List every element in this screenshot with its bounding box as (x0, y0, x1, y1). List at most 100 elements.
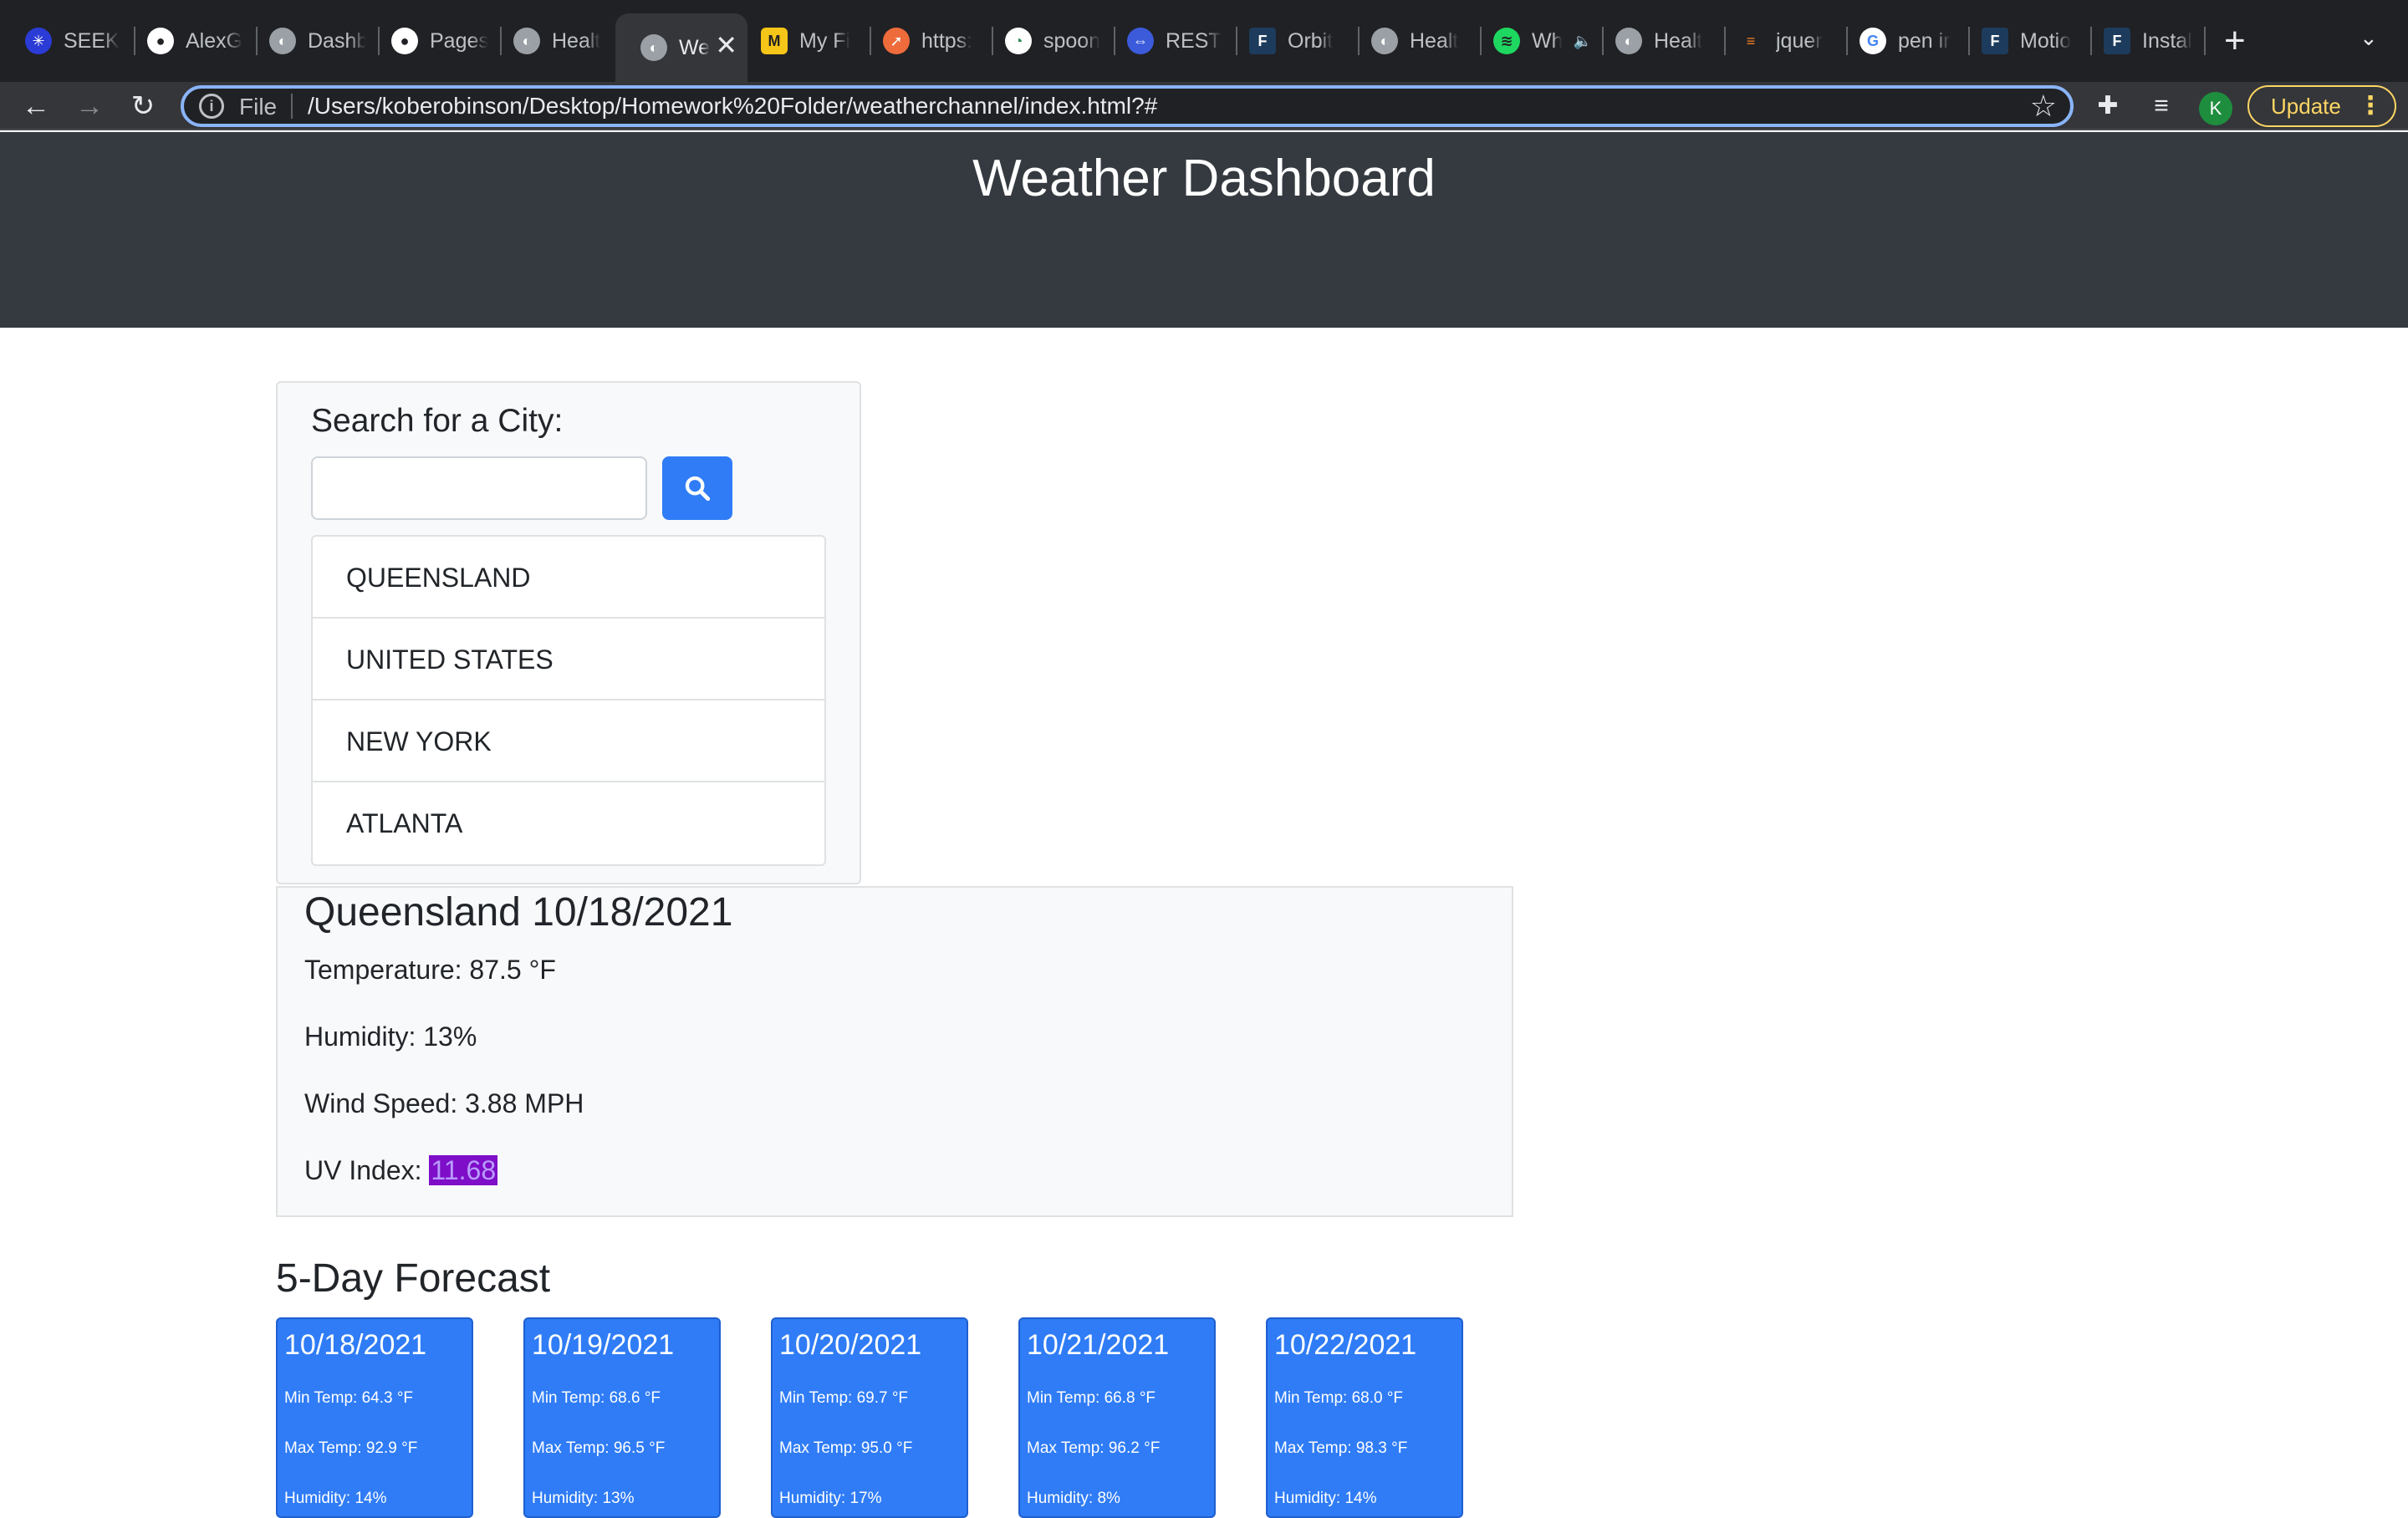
forecast-card: 10/22/2021 Min Temp: 68.0 °F Max Temp: 9… (1266, 1317, 1463, 1518)
tab-label: Healt (1410, 28, 1459, 53)
forecast-date: 10/21/2021 (1027, 1329, 1170, 1361)
forecast-card: 10/19/2021 Min Temp: 68.6 °F Max Temp: 9… (523, 1317, 721, 1518)
tab-label: Healt (1654, 28, 1703, 53)
browser-toolbar: ← → ↻ i File /Users/koberobinson/Desktop… (0, 82, 2408, 130)
globe-icon: ◐ (513, 28, 540, 54)
chevron-down-icon[interactable]: ⌄ (2360, 25, 2378, 51)
current-uv-index: UV Index: 11.68 (304, 1155, 498, 1186)
tab-label: My Fi (799, 28, 851, 53)
history-item[interactable]: UNITED STATES (313, 619, 824, 700)
spoonacular-icon: ◔ (1005, 28, 1032, 54)
browser-tab[interactable]: ✳ SEEK (0, 22, 124, 60)
forecast-min-temp: Min Temp: 68.6 °F (532, 1389, 661, 1407)
search-heading: Search for a City: (311, 403, 564, 439)
globe-icon: ◐ (1371, 28, 1398, 54)
forecast-card: 10/20/2021 Min Temp: 69.7 °F Max Temp: 9… (771, 1317, 968, 1518)
update-button[interactable]: Update ⋮ (2247, 85, 2396, 127)
tab-label: Healt (552, 28, 601, 53)
forecast-humidity: Humidity: 14% (1274, 1490, 1377, 1507)
tab-label: jquer (1776, 28, 1823, 53)
search-button[interactable] (662, 456, 732, 520)
tab-label: SEEK (64, 28, 120, 53)
search-panel: Search for a City: QUEENSLAND UNITED STA… (276, 381, 861, 884)
forecast-min-temp: Min Temp: 69.7 °F (779, 1389, 909, 1407)
forecast-max-temp: Max Temp: 95.0 °F (779, 1439, 913, 1457)
forecast-humidity: Humidity: 13% (532, 1490, 635, 1507)
profile-avatar[interactable]: K (2199, 92, 2232, 125)
forecast-max-temp: Max Temp: 96.2 °F (1027, 1439, 1161, 1457)
browser-tab[interactable]: ➚ https: (858, 22, 980, 60)
forecast-max-temp: Max Temp: 96.5 °F (532, 1439, 666, 1457)
reload-icon[interactable]: ↻ (124, 87, 162, 125)
browser-tab[interactable]: G pen ir (1834, 22, 1958, 60)
browser-tab[interactable]: ◐ Healt (488, 22, 612, 60)
uv-label: UV Index: (304, 1155, 430, 1185)
back-arrow-icon[interactable]: ← (17, 87, 55, 125)
forecast-min-temp: Min Temp: 68.0 °F (1274, 1389, 1404, 1407)
forecast-max-temp: Max Temp: 92.9 °F (284, 1439, 418, 1457)
browser-tab[interactable]: ⇔ REST (1102, 22, 1226, 60)
speaker-icon[interactable]: 🔈 (1574, 33, 1592, 50)
url-text[interactable]: /Users/koberobinson/Desktop/Homework%20F… (308, 93, 1157, 120)
browser-tab[interactable]: ≡ jquer (1712, 22, 1836, 60)
close-icon[interactable]: ✕ (715, 32, 737, 59)
page-title: Weather Dashboard (972, 150, 1436, 207)
current-humidity: Humidity: 13% (304, 1021, 477, 1052)
forecast-date: 10/18/2021 (284, 1329, 427, 1361)
extensions-puzzle-icon[interactable]: ✚ (2089, 87, 2127, 125)
forecast-humidity: Humidity: 17% (779, 1490, 882, 1507)
miro-icon: M (761, 28, 788, 54)
browser-tab[interactable]: ◐ Healt (1590, 22, 1714, 60)
browser-tab[interactable]: ◐ Healt (1346, 22, 1470, 60)
google-icon: G (1860, 28, 1886, 54)
forecast-max-temp: Max Temp: 98.3 °F (1274, 1439, 1408, 1457)
forecast-min-temp: Min Temp: 64.3 °F (284, 1389, 414, 1407)
city-search-input[interactable] (311, 456, 647, 520)
postman-icon: ➚ (883, 28, 910, 54)
browser-tab[interactable]: F Instal (2079, 22, 2201, 60)
tab-label: Orbit (1288, 28, 1334, 53)
tab-label: AlexG (186, 28, 243, 53)
tab-label: https: (921, 28, 973, 53)
browser-tab[interactable]: F Motio (1956, 22, 2080, 60)
bookmark-star-icon[interactable]: ☆ (2030, 89, 2057, 124)
forecast-humidity: Humidity: 8% (1027, 1490, 1120, 1507)
seek-icon: ✳ (25, 28, 52, 54)
browser-tab-active[interactable]: ◐ We ✕ (615, 13, 747, 82)
current-city-title: Queensland 10/18/2021 (304, 890, 733, 935)
page-header: Weather Dashboard (0, 132, 2408, 328)
github-icon: ● (391, 28, 418, 54)
more-vert-icon[interactable]: ⋮ (2358, 87, 2383, 125)
f-icon: F (2104, 28, 2130, 54)
globe-icon: ◐ (1615, 28, 1642, 54)
rest-icon: ⇔ (1127, 28, 1154, 54)
media-queue-icon[interactable]: ≡ (2142, 87, 2181, 125)
browser-tab[interactable]: F Orbit (1224, 22, 1346, 60)
tab-label: Motio (2020, 28, 2072, 53)
browser-tab[interactable]: ● AlexG (122, 22, 244, 60)
omnibox-divider (291, 94, 293, 119)
new-tab-plus-icon[interactable]: + (2224, 22, 2246, 60)
browser-tab[interactable]: ≋ Wh 🔈 (1468, 22, 1592, 60)
uv-badge: 11.68 (429, 1155, 498, 1185)
history-item[interactable]: QUEENSLAND (313, 537, 824, 619)
search-history-list: QUEENSLAND UNITED STATES NEW YORK ATLANT… (311, 535, 826, 866)
info-icon[interactable]: i (199, 94, 224, 119)
browser-tab[interactable]: ◔ spoon (980, 22, 1104, 60)
history-item[interactable]: NEW YORK (313, 700, 824, 782)
f-icon: F (1249, 28, 1276, 54)
spotify-icon: ≋ (1493, 28, 1520, 54)
forecast-heading: 5-Day Forecast (276, 1256, 551, 1301)
tab-label: We (679, 35, 711, 59)
forecast-card: 10/18/2021 Min Temp: 64.3 °F Max Temp: 9… (276, 1317, 473, 1518)
globe-icon: ◐ (269, 28, 296, 54)
scheme-label: File (239, 94, 278, 120)
browser-tab[interactable]: M My Fi (736, 22, 861, 60)
history-item[interactable]: ATLANTA (313, 782, 824, 864)
forward-arrow-icon[interactable]: → (70, 87, 109, 125)
browser-tab[interactable]: ◐ Dashb (244, 22, 366, 60)
browser-tab-strip: ✳ SEEK ● AlexG ◐ Dashb ● Pages ◐ Healt ◐… (0, 0, 2408, 82)
tab-label: REST (1166, 28, 1222, 53)
browser-tab[interactable]: ● Pages (366, 22, 488, 60)
address-bar[interactable]: i File /Users/koberobinson/Desktop/Homew… (181, 85, 2074, 127)
